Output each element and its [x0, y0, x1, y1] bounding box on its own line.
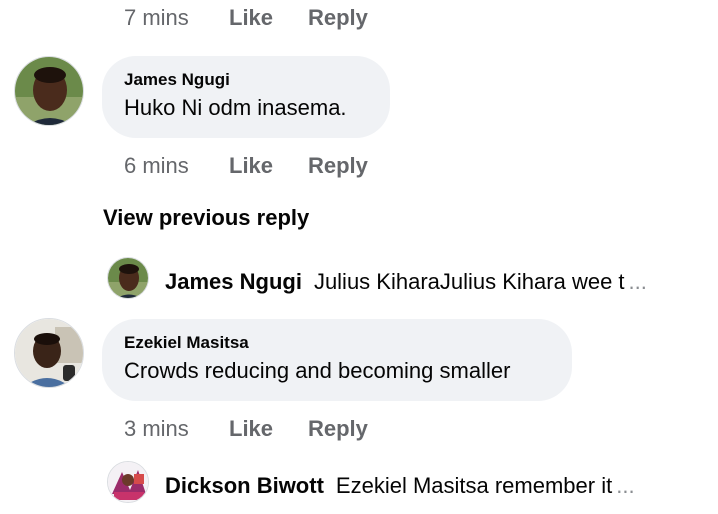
reply-text: Ezekiel Masitsa remember it: [335, 473, 613, 498]
reply-button[interactable]: Reply: [308, 153, 368, 179]
comment-text: Huko Ni odm inasema.: [124, 95, 347, 120]
avatar[interactable]: [14, 56, 84, 126]
view-previous-reply-link[interactable]: View previous reply: [103, 205, 309, 231]
comment-author[interactable]: James Ngugi: [124, 70, 368, 90]
reply-button[interactable]: Reply: [308, 5, 368, 31]
comment-meta-row: 6 mins Like Reply: [124, 151, 368, 181]
avatar-photo: [108, 462, 148, 502]
like-button[interactable]: Like: [229, 416, 308, 442]
avatar-photo: [15, 319, 83, 387]
like-button[interactable]: Like: [229, 153, 308, 179]
reply-text: Julius KiharaJulius Kihara wee t: [313, 269, 625, 294]
avatar[interactable]: [14, 318, 84, 388]
avatar-photo: [15, 57, 83, 125]
comment-timestamp: 7 mins: [124, 5, 189, 30]
comment-bubble: Ezekiel Masitsa Crowds reducing and beco…: [102, 319, 572, 401]
reply-preview[interactable]: James Ngugi Julius KiharaJulius Kihara w…: [165, 262, 647, 302]
comment-timestamp: 6 mins: [124, 153, 189, 178]
reply-ellipsis: ...: [616, 473, 635, 498]
avatar[interactable]: [107, 257, 149, 299]
comment-author[interactable]: Ezekiel Masitsa: [124, 333, 550, 353]
avatar-photo: [108, 258, 148, 298]
reply-ellipsis: ...: [628, 269, 647, 294]
reply-button[interactable]: Reply: [308, 416, 368, 442]
reply-author[interactable]: James Ngugi: [165, 269, 302, 295]
reply-author[interactable]: Dickson Biwott: [165, 473, 324, 499]
comment-meta-row: 3 mins Like Reply: [124, 414, 368, 444]
reply-preview[interactable]: Dickson Biwott Ezekiel Masitsa remember …: [165, 466, 635, 506]
like-button[interactable]: Like: [229, 5, 308, 31]
comment-meta-row: 7 mins Like Reply: [124, 3, 368, 33]
comment-bubble: James Ngugi Huko Ni odm inasema.: [102, 56, 390, 138]
comment-text: Crowds reducing and becoming smaller: [124, 358, 511, 383]
comment-timestamp: 3 mins: [124, 416, 189, 441]
avatar[interactable]: [107, 461, 149, 503]
